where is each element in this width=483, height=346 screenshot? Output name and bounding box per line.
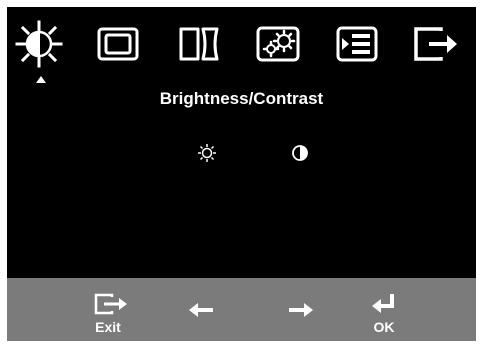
tab-brightness[interactable]	[14, 19, 64, 69]
exit-label: Exit	[95, 319, 121, 335]
tab-options[interactable]	[332, 19, 382, 69]
left-button[interactable]	[188, 302, 214, 318]
exit-icon	[94, 293, 127, 315]
enter-icon	[372, 294, 394, 313]
image-setup-icon	[179, 27, 219, 61]
image-position-icon	[97, 27, 139, 61]
selected-tab-indicator	[36, 76, 46, 83]
image-properties-icon	[256, 26, 300, 62]
osd-menu: Brightness/Contrast Exit OK	[7, 7, 476, 341]
arrow-left-icon	[189, 303, 213, 317]
ok-button[interactable]	[371, 292, 397, 316]
brightness-sun-icon	[198, 144, 216, 162]
tab-exit[interactable]	[411, 19, 461, 69]
right-button[interactable]	[288, 302, 314, 318]
control-bar: Exit OK	[7, 278, 476, 341]
contrast-icon	[292, 145, 308, 161]
tab-image-setup[interactable]	[174, 19, 224, 69]
contrast-option[interactable]	[290, 143, 310, 163]
brightness-option[interactable]	[197, 143, 217, 163]
ok-label: OK	[373, 319, 395, 335]
menu-title: Brightness/Contrast	[159, 89, 324, 108]
tab-image-position[interactable]	[93, 19, 143, 69]
exit-button[interactable]	[93, 292, 129, 316]
options-icon	[336, 26, 378, 62]
exit-icon	[414, 27, 457, 61]
arrow-right-icon	[289, 303, 313, 317]
brightness-icon	[15, 20, 63, 68]
tab-image-properties[interactable]	[253, 19, 303, 69]
